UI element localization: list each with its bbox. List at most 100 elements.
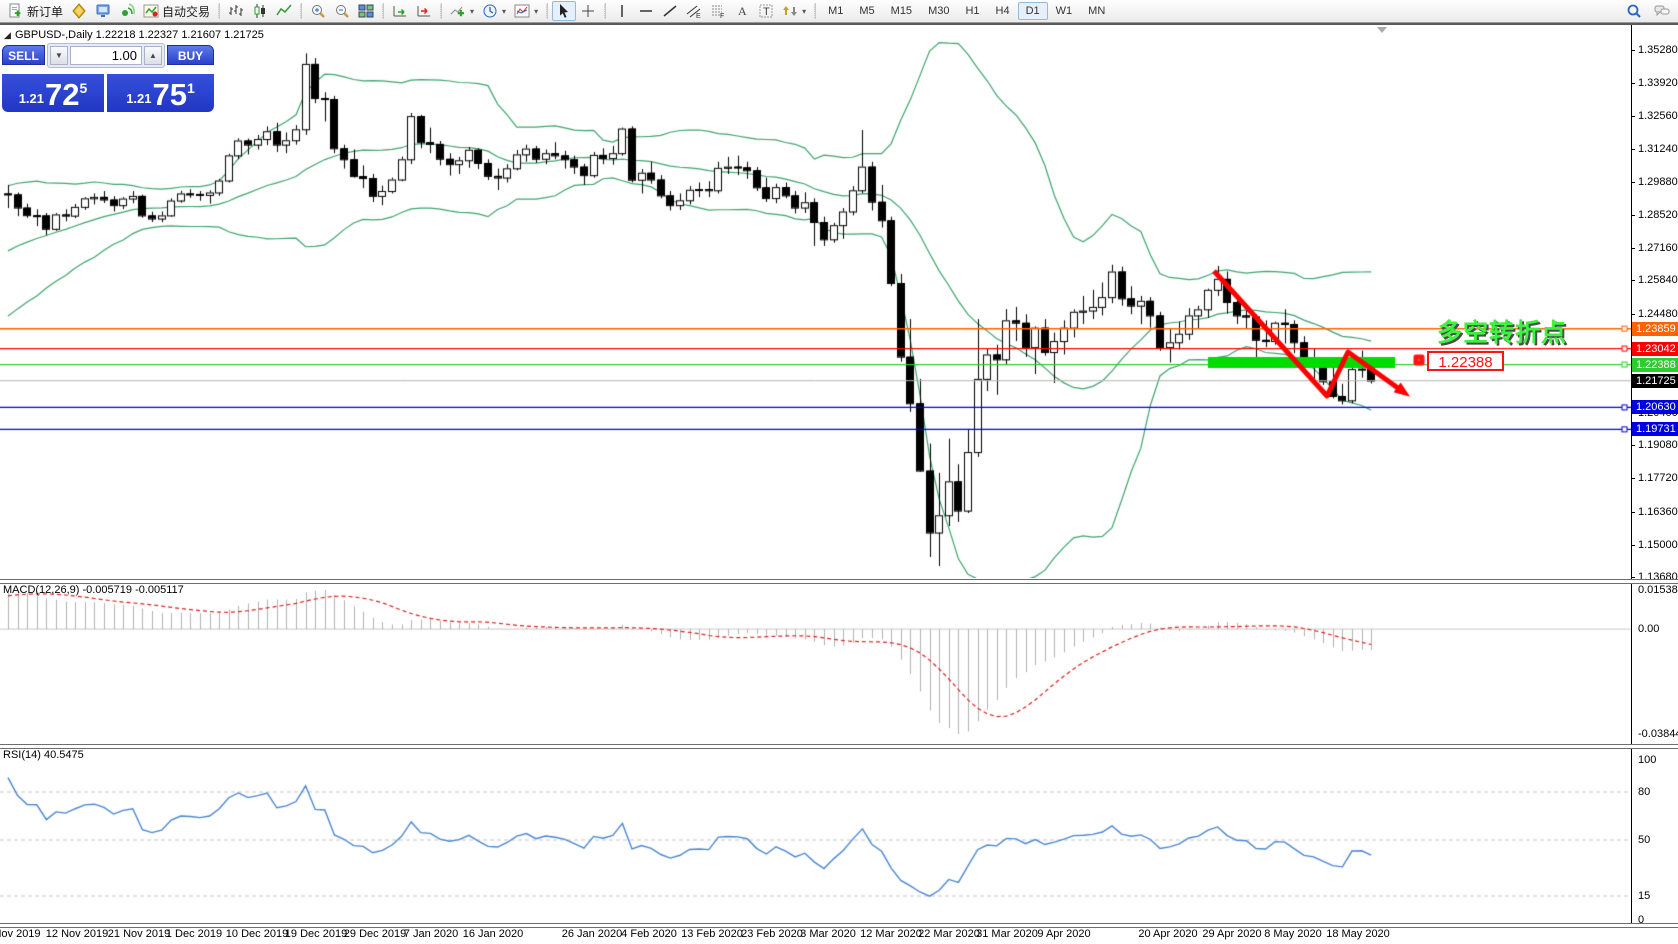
sell-price-display[interactable]: 1.21 72 5 [2,74,104,112]
toolbar-separator [218,3,221,19]
toolbar-vertical-line-button[interactable] [610,1,634,21]
toolbar-new-order-button[interactable]: 新订单 [4,1,67,22]
main-toolbar: 新订单 自动交易 ▾ ▾ ▾ E F A T ▾ M1 M5 M15 M30 H1 H4 D1 W1 MN [0,0,1678,23]
toolbar-line-chart-button[interactable] [272,1,296,21]
bull-bear-turning-point-label: 多空转折点 [1437,319,1568,347]
timeframe-MN[interactable]: MN [1080,2,1113,20]
shapes-icon [782,3,798,19]
price-tick [1631,577,1635,578]
crosshair-icon [580,3,596,19]
toolbar-horizontal-line-button[interactable] [634,1,658,21]
toolbar-button-label: MN [1088,5,1106,17]
price-axis-line [1631,24,1632,925]
price-tick [1631,148,1635,150]
toolbar-strategy-tester-button[interactable] [91,1,115,21]
textlabel-icon: T [758,3,774,19]
toolbar-cursor-button[interactable] [552,1,577,21]
toolbar-indicators-button[interactable]: ▾ [446,1,478,21]
toolbar-autotrading-button[interactable]: 自动交易 [139,1,214,22]
toolbar-separator [604,3,607,19]
toolbar-button-label: D1 [1025,5,1040,17]
price-tick-label: 1.35280 [1638,44,1678,56]
price-tick-label: 1.15000 [1638,538,1678,551]
chart-shift-marker[interactable] [1377,27,1387,33]
timeframe-M5[interactable]: M5 [851,2,882,20]
price-tick-label: 1.25840 [1638,274,1678,287]
toolbar-bar-chart-button[interactable] [224,1,248,21]
toolbar-button-label: M5 [859,5,875,17]
date-tick-label: 29 Dec 2019 [343,928,407,940]
toolbar-tile-windows-button[interactable] [354,1,378,21]
price-tick-label: 1.32560 [1638,110,1678,123]
timeframe-H1[interactable]: H1 [957,2,987,20]
price-tick [1631,50,1635,51]
vline-icon [614,3,630,19]
price-callout-label[interactable]: 1.22388 [1427,351,1504,371]
timeframe-M30[interactable]: M30 [920,2,957,20]
price-level-badge[interactable]: 1.22388 [1632,357,1678,372]
chevron-down-icon[interactable]: ▾ [502,7,506,16]
timeframe-M1[interactable]: M1 [820,2,851,20]
toolbar-group-timeframes: M1 M5 M15 M30 H1 H4 D1 W1 MN [820,0,1113,22]
toolbar-crosshair-button[interactable] [576,1,600,21]
volume-up-button[interactable]: ▲ [144,46,162,65]
toolbar-equidistant-channel-button[interactable]: E [682,1,706,21]
sell-button[interactable]: SELL [2,45,45,65]
hline-icon [638,3,654,19]
toolbar-text-button[interactable]: A [730,1,754,21]
date-tick-label: 1 Dec 2019 [165,928,223,940]
date-tick-label: 26 Jan 2020 [561,928,623,940]
price-level-badge[interactable]: 1.23042 [1632,341,1678,356]
toolbar-group-objects: ▾ ▾ ▾ [446,0,542,22]
bar-chart-icon [228,3,244,19]
price-level-badge[interactable]: 1.23859 [1632,321,1678,336]
toolbar-button-label: 自动交易 [162,4,211,19]
toolbar-trendline-button[interactable] [658,1,682,21]
timeframe-W1[interactable]: W1 [1048,2,1081,20]
chevron-down-icon[interactable]: ▾ [470,7,474,16]
toolbar-right-icons [1626,3,1674,19]
buy-price-display[interactable]: 1.21 75 1 [107,74,214,112]
macd-panel-separator[interactable] [0,579,1678,584]
macd-panel-canvas[interactable] [0,582,1631,743]
date-tick-label: 4 Feb 2020 [621,928,677,940]
toolbar-fibonacci-button[interactable]: F [706,1,730,21]
price-tick [1631,478,1635,480]
chevron-down-icon[interactable]: ▾ [534,7,538,16]
search-icon[interactable] [1626,3,1642,19]
price-tick-label: 1.17720 [1638,472,1678,485]
price-level-badge[interactable]: 1.20630 [1632,400,1678,415]
chat-icon[interactable] [1654,3,1670,19]
auto-scroll-icon [392,3,408,19]
toolbar-separator [546,3,549,19]
toolbar-chart-shift-button[interactable] [412,1,436,21]
one-click-collapse-icon[interactable]: ◢ [4,30,11,41]
chevron-down-icon[interactable]: ▾ [802,7,806,16]
buy-button[interactable]: BUY [167,45,214,65]
price-tick [1631,544,1635,546]
price-chart-canvas[interactable] [0,24,1631,578]
toolbar-text-label-button[interactable]: T [754,1,778,21]
rsi-panel-separator[interactable] [0,744,1678,749]
toolbar-auto-scroll-button[interactable] [388,1,412,21]
toolbar-arrows-button[interactable]: ▾ [778,1,810,21]
timeframe-H4[interactable]: H4 [988,2,1018,20]
toolbar-periods-button[interactable]: ▾ [478,1,510,21]
timeframe-D1[interactable]: D1 [1017,2,1048,20]
toolbar-signals-button[interactable] [115,1,139,21]
toolbar-zoom-out-button[interactable] [330,1,354,21]
svg-text:E: E [696,13,701,19]
toolbar-candle-chart-button[interactable] [248,1,272,21]
timeframe-M15[interactable]: M15 [883,2,920,20]
volume-input[interactable]: 1.00 [70,46,142,65]
price-level-badge[interactable]: 1.19731 [1632,422,1678,437]
toolbar-templates-button[interactable]: ▾ [510,1,542,21]
volume-down-button[interactable]: ▼ [50,46,68,65]
toolbar-zoom-in-button[interactable] [306,1,330,21]
toolbar-metaeditor-button[interactable] [67,1,91,21]
text-icon: A [734,3,750,19]
toolbar-button-label: H4 [995,5,1010,17]
rsi-panel-canvas[interactable] [0,747,1631,924]
price-tick [1631,445,1635,447]
cursor-icon [556,3,572,19]
